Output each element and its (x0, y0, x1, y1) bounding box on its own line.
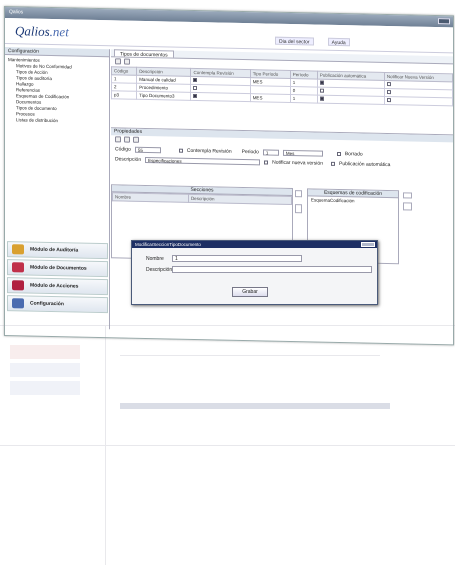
reflection (0, 325, 455, 569)
save-icon[interactable] (115, 136, 121, 143)
borrado-checkbox[interactable] (336, 151, 341, 157)
actions-icon (12, 280, 24, 291)
tools-icon (12, 298, 24, 309)
refresh-icon[interactable] (124, 58, 130, 65)
new-icon[interactable] (115, 58, 121, 65)
config-tree: Mantenimientos Motivos de No Conformidad… (5, 55, 109, 127)
nombre-input[interactable]: 1 (172, 255, 302, 262)
descripcion-label: Descripción (146, 267, 173, 273)
module-configuracion-button[interactable]: Configuración (7, 295, 108, 314)
dialog-title-bar: ModificarSeccionTipoDocumento (132, 241, 377, 248)
contempla-checkbox[interactable] (178, 148, 183, 153)
periodo-field[interactable]: 1 (262, 149, 279, 156)
checkbox[interactable] (193, 93, 198, 99)
sidebar: Configuración Mantenimientos Motivos de … (5, 47, 110, 330)
descripcion-field[interactable]: Especificaciones (145, 156, 261, 166)
add-seccion-button[interactable] (295, 190, 302, 198)
checkbox[interactable] (386, 98, 391, 103)
edit-section-dialog: ModificarSeccionTipoDocumento Nombre 1 D… (131, 240, 378, 305)
checkbox[interactable] (386, 82, 391, 87)
module-auditoria-button[interactable]: Módulo de Auditoría (7, 241, 108, 260)
checkbox[interactable] (319, 80, 324, 85)
tab-tipos-documentos[interactable]: Tipos de documentos (114, 49, 174, 58)
dialog-close-button[interactable] (361, 242, 375, 247)
codigo-field[interactable]: 55 (134, 146, 161, 154)
descripcion-input[interactable] (172, 266, 372, 273)
add-esquema-button[interactable] (403, 192, 412, 199)
audit-icon (12, 244, 24, 255)
documents-icon (12, 262, 24, 273)
close-icon[interactable] (133, 136, 139, 143)
tipo-periodo-select[interactable]: Mes (282, 149, 323, 157)
remove-esquema-button[interactable] (403, 202, 412, 211)
checkbox[interactable] (193, 85, 198, 91)
nombre-label: Nombre (146, 256, 164, 262)
window-controls[interactable] (438, 18, 450, 25)
checkbox[interactable] (193, 77, 198, 83)
list-item[interactable]: EsquemaCodificación (308, 196, 398, 205)
remove-seccion-button[interactable] (295, 204, 302, 214)
top-nav: Dia del sector Ayuda (275, 36, 445, 49)
checkbox[interactable] (319, 96, 324, 101)
notificar-checkbox[interactable] (264, 160, 269, 165)
logo: Qalios.net (15, 23, 69, 40)
edit-icon[interactable] (124, 136, 130, 143)
tree-item[interactable]: Listas de distribución (8, 117, 106, 125)
module-documentos-button[interactable]: Módulo de Documentos (7, 259, 108, 278)
window-title: Qalios (9, 9, 24, 16)
checkbox[interactable] (319, 88, 324, 93)
checkbox[interactable] (386, 90, 391, 95)
module-acciones-button[interactable]: Módulo de Acciones (7, 277, 108, 296)
save-button[interactable]: Grabar (232, 287, 268, 297)
nav-ayuda[interactable]: Ayuda (327, 37, 350, 47)
publicacion-checkbox[interactable] (330, 161, 335, 166)
document-types-table: Código Descripción Contempla Revisión Ti… (111, 66, 453, 106)
nav-dia-sector[interactable]: Dia del sector (275, 36, 314, 46)
